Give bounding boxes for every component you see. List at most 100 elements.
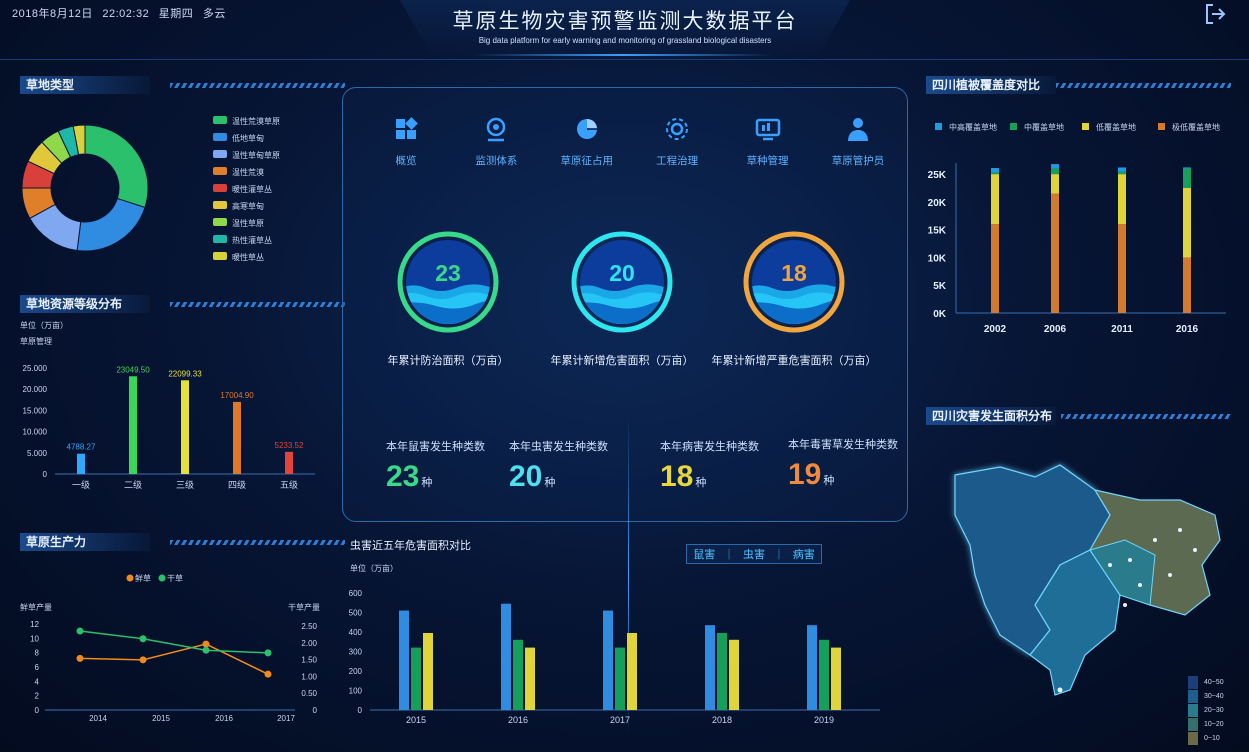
legend-dot: [158, 574, 166, 582]
grid-icon: [396, 117, 418, 139]
nav-item-5[interactable]: 草种管理: [724, 115, 812, 185]
cov-ytick: 25K: [928, 170, 947, 181]
grade-ytick: 15.000: [23, 406, 48, 415]
cov-xtick: 2006: [1044, 324, 1067, 335]
legend-label: 温性荒漠: [232, 167, 264, 177]
map-legend-swatch: [1188, 703, 1198, 717]
section-title-grade: 草地资源等级分布: [20, 295, 345, 313]
grade-ytick: 0: [43, 470, 48, 479]
map-legend-swatch: [1188, 689, 1198, 703]
pest-bar: [525, 647, 535, 710]
nav-item-label: 草原征占用: [560, 155, 614, 167]
cov-bar-segment: [991, 174, 999, 225]
legend-swatch: [213, 252, 227, 260]
nav-item-6[interactable]: 草原管护员: [814, 115, 902, 185]
map-legend-label: 20~30: [1204, 706, 1224, 714]
cov-bar-segment: [1051, 174, 1059, 194]
section-title-productivity: 草原生产力: [20, 533, 345, 551]
cov-bar-segment: [1183, 188, 1191, 258]
pest-bar: [627, 632, 637, 710]
prod-line: [79, 630, 269, 654]
cov-ytick: 20K: [928, 198, 947, 209]
stat-value: 19 种: [788, 458, 835, 491]
legend-label: 暖性草丛: [232, 252, 264, 262]
grade-value-label: 17004.90: [220, 391, 254, 400]
cov-bar-segment: [1118, 171, 1126, 175]
cov-ytick: 0K: [933, 309, 947, 320]
grade-value-label: 23049.50: [116, 365, 150, 374]
nav-menu: 概览 监测体系 草原征占用 工程治理 草种管理 草原管护员: [362, 115, 902, 185]
cov-ytick: 5K: [933, 281, 947, 292]
stat-item: 本年毒害草发生种类数 19 种: [788, 436, 898, 492]
nav-item-1[interactable]: 概览: [362, 115, 450, 185]
map-legend-item: 30~40: [1188, 689, 1248, 703]
legend-label: 低地草甸: [232, 133, 264, 143]
stat-item: 本年病害发生种类数 18 种: [660, 438, 759, 494]
pest-xtick: 2016: [508, 715, 528, 725]
cov-ytick: 10K: [928, 253, 947, 264]
person-icon: [847, 118, 868, 141]
nav-item-label: 概览: [395, 155, 417, 167]
cov-bar-segment: [991, 224, 999, 313]
legend-swatch: [213, 150, 227, 158]
ring-value: 20: [609, 260, 635, 286]
pie-icon: [576, 119, 597, 139]
prod-point: [139, 635, 147, 643]
cov-bar-segment: [1118, 224, 1126, 313]
grade-ytick: 5.000: [27, 449, 48, 458]
pest-bar: [729, 639, 739, 710]
stat-label: 本年鼠害发生种类数: [386, 441, 485, 453]
grade-ytick: 10.000: [23, 428, 48, 437]
exit-icon[interactable]: [1203, 2, 1227, 26]
grade-bar: [77, 453, 85, 474]
ring-label: 年累计新增严重危害面积（万亩）: [711, 355, 877, 367]
legend-swatch: [213, 201, 227, 209]
nav-item-3[interactable]: 草原征占用: [543, 115, 631, 185]
pest-bar: [399, 610, 409, 710]
ylabel-right: 干草产量: [288, 602, 320, 612]
map-legend-label: 10~20: [1204, 720, 1224, 728]
prod-xtick: 2017: [277, 714, 295, 723]
cov-bar-segment: [1118, 174, 1126, 225]
donut-slice: [84, 124, 149, 209]
legend-label: 热性灌草丛: [232, 235, 272, 245]
legend-swatch: [213, 218, 227, 226]
camera-icon: [487, 117, 506, 142]
weekday-text: 星期四: [158, 8, 194, 20]
ring-label: 年累计防治面积（万亩）: [387, 355, 509, 367]
nav-item-2[interactable]: 监测体系: [452, 115, 540, 185]
nav-item-4[interactable]: 工程治理: [633, 115, 721, 185]
pest-ytick: 0: [358, 706, 363, 715]
cov-bar-segment: [1118, 167, 1126, 172]
pest-bar: [807, 625, 817, 710]
ring-label: 年累计新增危害面积（万亩）: [550, 355, 694, 367]
cov-bar-segment: [991, 172, 999, 175]
cov-ytick: 15K: [928, 226, 947, 237]
grade-value-label: 5233.52: [275, 441, 304, 450]
cov-bar-segment: [991, 168, 999, 173]
stat-value: 18 种: [660, 460, 707, 493]
cov-xtick: 2002: [984, 324, 1007, 335]
ylabel-left: 鲜草产量: [20, 602, 52, 612]
ytick-right: 1.50: [301, 656, 317, 665]
grade-value-label: 4788.27: [67, 443, 96, 452]
grade-xtick: 一级: [72, 479, 90, 490]
legend-label: 低覆盖草地: [1096, 122, 1136, 132]
map-legend: 40~50 30~40 20~30 10~20 0~10: [1188, 675, 1248, 745]
nav-item-label: 监测体系: [475, 155, 518, 167]
legend-dot: [126, 574, 134, 582]
pest-ytick: 600: [349, 589, 363, 598]
nav-item-label: 工程治理: [656, 155, 699, 167]
prod-line: [79, 643, 269, 675]
pest-xtick: 2017: [610, 715, 630, 725]
cov-bar-segment: [1051, 164, 1059, 169]
pest-bar: [501, 603, 511, 710]
grade-ytick: 25.000: [23, 364, 48, 373]
pest-chart: 单位（万亩） 600 500 400 300 200 100 0 2015 2016 2017 201…: [349, 563, 880, 725]
legend-swatch: [213, 133, 227, 141]
grade-bar: [181, 380, 189, 474]
grade-bar: [285, 451, 293, 474]
pest-bar: [819, 639, 829, 710]
pest-bar: [615, 647, 625, 710]
pest-ytick: 100: [349, 687, 363, 696]
